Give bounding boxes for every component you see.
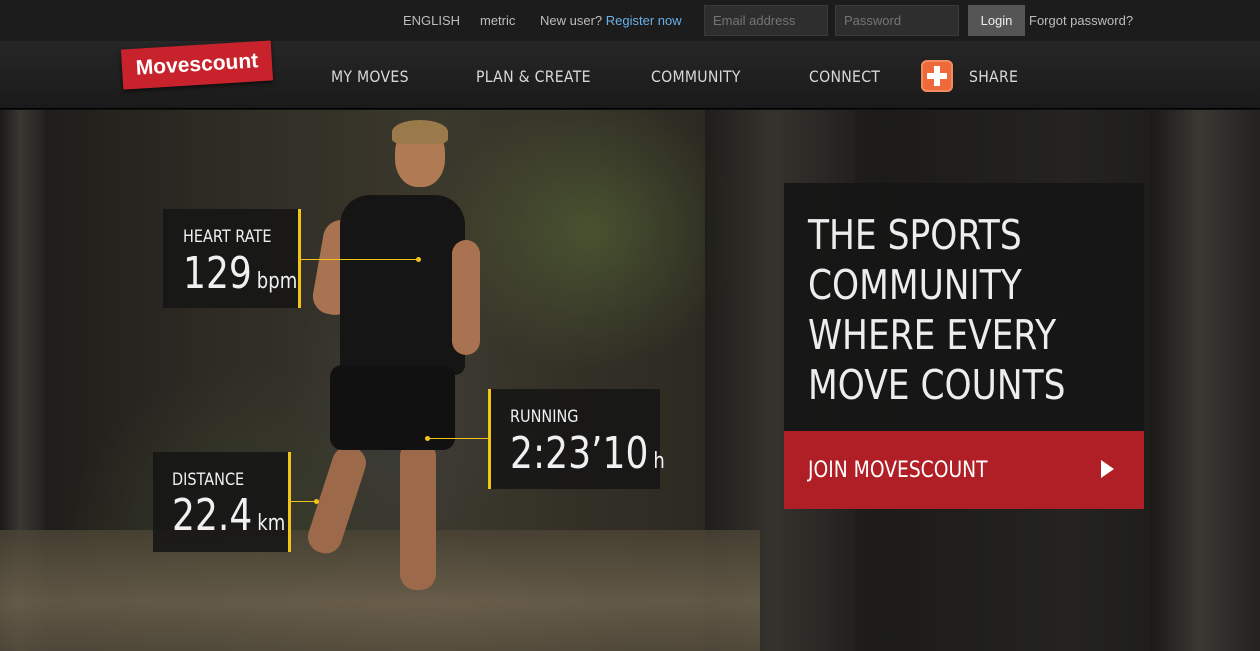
tagline-line: WHERE EVERY (808, 311, 1057, 359)
runner-arm (452, 240, 480, 355)
nav-plan-create[interactable]: PLAN & CREATE (476, 67, 591, 86)
nav-community[interactable]: COMMUNITY (651, 67, 741, 86)
tree-trunk (1150, 110, 1260, 651)
play-arrow-icon (1101, 460, 1114, 478)
heart-rate-stat: HEART RATE 129 bpm (163, 209, 300, 308)
tagline-line: MOVE COUNTS (808, 361, 1066, 409)
runner-hair (392, 120, 448, 144)
running-value-group: 2:23’10 h (510, 432, 665, 476)
distance-stat: DISTANCE 22.4 km (153, 452, 291, 552)
running-label: RUNNING (510, 407, 579, 427)
distance-value: 22.4 (172, 490, 253, 541)
heart-rate-unit: bpm (256, 269, 298, 294)
forgot-password-link[interactable]: Forgot password? (1029, 13, 1133, 28)
nav-my-moves[interactable]: MY MOVES (331, 67, 409, 86)
runner-torso (340, 195, 465, 375)
distance-label: DISTANCE (172, 470, 245, 490)
join-movescount-button[interactable]: JOIN MOVESCOUNT (784, 431, 1144, 509)
running-marker (488, 389, 491, 489)
running-dot (425, 436, 430, 441)
distance-dot (314, 499, 319, 504)
trail-ground (0, 530, 760, 651)
plus-icon[interactable] (921, 60, 953, 92)
nav-share[interactable]: SHARE (969, 67, 1018, 86)
running-value: 2:23’10 (510, 428, 649, 479)
heart-rate-value-group: 129 bpm (183, 252, 297, 296)
email-field[interactable] (704, 5, 828, 36)
join-movescount-label: JOIN MOVESCOUNT (808, 458, 988, 483)
heart-rate-dot (416, 257, 421, 262)
heart-rate-value: 129 (183, 248, 252, 299)
login-button[interactable]: Login (968, 5, 1025, 36)
units-selector[interactable]: metric (480, 13, 515, 28)
register-link[interactable]: Register now (606, 13, 682, 28)
tagline-line: COMMUNITY (808, 261, 1022, 309)
distance-value-group: 22.4 km (172, 494, 285, 538)
top-utility-bar: ENGLISH metric New user? Register now Lo… (0, 0, 1260, 41)
password-field[interactable] (835, 5, 959, 36)
tagline-box: THE SPORTS COMMUNITY WHERE EVERY MOVE CO… (784, 183, 1144, 431)
running-unit: h (653, 449, 665, 474)
running-stat: RUNNING 2:23’10 h (488, 389, 665, 489)
heart-rate-connector (300, 259, 418, 260)
heart-rate-label: HEART RATE (183, 227, 272, 247)
nav-connect[interactable]: CONNECT (809, 67, 880, 86)
running-connector (428, 438, 488, 439)
new-user-label: New user? (540, 13, 603, 28)
language-selector[interactable]: ENGLISH (403, 13, 460, 28)
runner-leg (400, 440, 436, 590)
new-user-text: New user? Register now (540, 13, 682, 28)
distance-marker (288, 452, 291, 552)
tagline-line: THE SPORTS (808, 211, 1022, 259)
distance-unit: km (257, 511, 286, 536)
